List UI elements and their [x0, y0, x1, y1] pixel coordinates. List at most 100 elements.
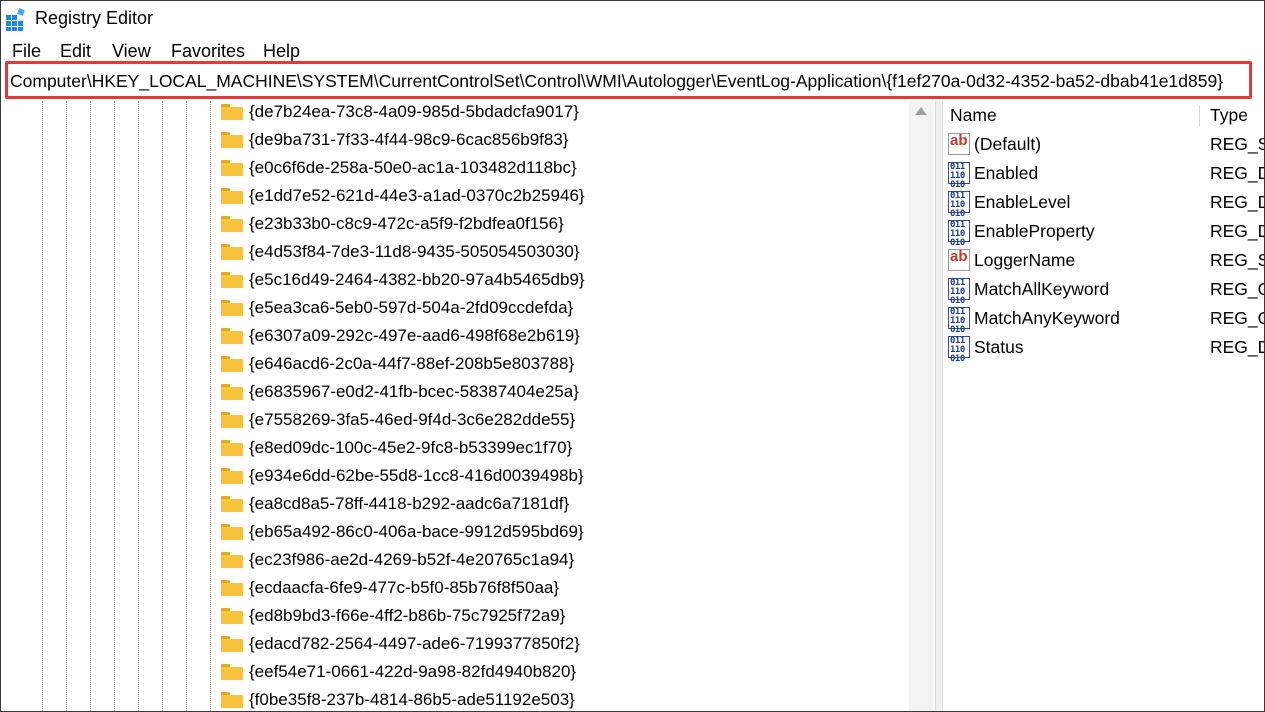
- column-separator[interactable]: [1199, 105, 1200, 127]
- tree-key-item[interactable]: {f0be35f8-237b-4814-86b5-ade51192e503}: [221, 686, 901, 711]
- tree-guide-line: [138, 101, 139, 711]
- tree-key-item[interactable]: {e23b33b0-c8c9-472c-a5f9-f2bdfea0f156}: [221, 210, 901, 238]
- folder-icon: [221, 244, 243, 260]
- tree-key-item[interactable]: {e646acd6-2c0a-44f7-88ef-208b5e803788}: [221, 350, 901, 378]
- tree-guide-line: [210, 101, 211, 711]
- tree-key-item[interactable]: {ec23f986-ae2d-4269-b52f-4e20765c1a94}: [221, 546, 901, 574]
- tree-key-item[interactable]: {ed8b9bd3-f66e-4ff2-b86b-75c7925f72a9}: [221, 602, 901, 630]
- column-header-type[interactable]: Type: [1210, 101, 1248, 129]
- menu-help[interactable]: Help: [263, 39, 300, 63]
- folder-icon: [221, 356, 243, 372]
- pane-splitter[interactable]: [935, 101, 943, 711]
- address-bar[interactable]: [5, 61, 1252, 99]
- folder-icon: [221, 636, 243, 652]
- value-row[interactable]: 011110010Enabled REG_DV: [943, 159, 1264, 190]
- folder-icon: [221, 300, 243, 316]
- binary-value-icon: 011 110 010: [948, 220, 970, 248]
- tree-key-label: {eef54e71-0661-422d-9a98-82fd4940b820}: [249, 662, 577, 681]
- tree-key-label: {de7b24ea-73c8-4a09-985d-5bdadcfa9017}: [249, 102, 579, 121]
- folder-icon: [221, 608, 243, 624]
- binary-value-icon: 011 110 010: [948, 336, 970, 364]
- tree-key-item[interactable]: {e6307a09-292c-497e-aad6-498f68e2b619}: [221, 322, 901, 350]
- value-type: REG_DV: [1210, 221, 1264, 241]
- tree-key-item[interactable]: {ecdaacfa-6fe9-477c-b5f0-85b76f8f50aa}: [221, 574, 901, 602]
- tree-key-item[interactable]: {e7558269-3fa5-46ed-9f4d-3c6e282dde55}: [221, 406, 901, 434]
- value-name: MatchAllKeyword: [974, 279, 1110, 299]
- tree-key-item[interactable]: {de9ba731-7f33-4f44-98c9-6cac856b9f83}: [221, 126, 901, 154]
- tree-key-label: {e6307a09-292c-497e-aad6-498f68e2b619}: [249, 326, 580, 345]
- tree-key-item[interactable]: {e934e6dd-62be-55d8-1cc8-416d0039498b}: [221, 462, 901, 490]
- tree-guide-line: [42, 101, 43, 711]
- folder-icon: [221, 104, 243, 120]
- value-type: REG_Q: [1210, 279, 1264, 299]
- folder-icon: [221, 384, 243, 400]
- tree-key-label: {ed8b9bd3-f66e-4ff2-b86b-75c7925f72a9}: [249, 606, 566, 625]
- value-name: LoggerName: [974, 250, 1076, 270]
- binary-value-icon: 011 110 010: [948, 278, 970, 306]
- tree-key-label: {e7558269-3fa5-46ed-9f4d-3c6e282dde55}: [249, 410, 576, 429]
- string-value-icon: ab: [948, 248, 970, 271]
- folder-icon: [221, 188, 243, 204]
- folder-icon: [221, 440, 243, 456]
- tree-key-label: {e0c6f6de-258a-50e0-ac1a-103482d118bc}: [249, 158, 577, 177]
- tree-key-item[interactable]: {ea8cd8a5-78ff-4418-b292-aadc6a7181df}: [221, 490, 901, 518]
- tree-key-item[interactable]: {eb65a492-86c0-406a-bace-9912d595bd69}: [221, 518, 901, 546]
- binary-value-icon: 011 110 010: [948, 307, 970, 335]
- column-header-name[interactable]: Name: [950, 101, 997, 129]
- value-type: REG_DV: [1210, 163, 1264, 183]
- value-row[interactable]: ab(Default) REG_SZ: [943, 130, 1264, 159]
- title-bar[interactable]: Registry Editor: [1, 1, 1264, 37]
- menu-view[interactable]: View: [112, 39, 151, 63]
- tree-key-item[interactable]: {e6835967-e0d2-41fb-bcec-58387404e25a}: [221, 378, 901, 406]
- folder-icon: [221, 160, 243, 176]
- value-name: MatchAnyKeyword: [974, 308, 1120, 328]
- tree-key-label: {e8ed09dc-100c-45e2-9fc8-b53399ec1f70}: [249, 438, 573, 457]
- folder-icon: [221, 412, 243, 428]
- tree-key-item[interactable]: {e1dd7e52-621d-44e3-a1ad-0370c2b25946}: [221, 182, 901, 210]
- tree-key-label: {e934e6dd-62be-55d8-1cc8-416d0039498b}: [249, 466, 584, 485]
- value-row[interactable]: 011110010MatchAllKeyword REG_Q: [943, 275, 1264, 306]
- tree-key-item[interactable]: {e8ed09dc-100c-45e2-9fc8-b53399ec1f70}: [221, 434, 901, 462]
- value-row[interactable]: 011110010Status REG_DV: [943, 333, 1264, 364]
- menu-edit[interactable]: Edit: [60, 39, 91, 63]
- folder-icon: [221, 132, 243, 148]
- binary-value-icon: 011 110 010: [948, 162, 970, 190]
- address-input[interactable]: [10, 68, 1248, 94]
- tree-key-item[interactable]: {de7b24ea-73c8-4a09-985d-5bdadcfa9017}: [221, 101, 901, 126]
- folder-icon: [221, 580, 243, 596]
- tree-guide-line: [114, 101, 115, 711]
- tree-guide-line: [66, 101, 67, 711]
- tree-key-item[interactable]: {e4d53f84-7de3-11d8-9435-505054503030}: [221, 238, 901, 266]
- tree-key-item[interactable]: {e5c16d49-2464-4382-bb20-97a4b5465db9}: [221, 266, 901, 294]
- tree-key-label: {ea8cd8a5-78ff-4418-b292-aadc6a7181df}: [249, 494, 570, 513]
- value-row[interactable]: 011110010EnableLevel REG_DV: [943, 188, 1264, 219]
- tree-guide-line: [162, 101, 163, 711]
- values-pane[interactable]: Name Type ab(Default)REG_SZ011110010Enab…: [943, 101, 1264, 711]
- value-type: REG_DV: [1210, 192, 1264, 212]
- value-name: EnableProperty: [974, 221, 1095, 241]
- menu-bar: File Edit View Favorites Help: [1, 39, 1264, 63]
- tree-key-item[interactable]: {eef54e71-0661-422d-9a98-82fd4940b820}: [221, 658, 901, 686]
- tree-key-label: {e4d53f84-7de3-11d8-9435-505054503030}: [249, 242, 580, 261]
- folder-icon: [221, 524, 243, 540]
- tree-guide-line: [186, 101, 187, 711]
- key-tree-pane[interactable]: {de7b24ea-73c8-4a09-985d-5bdadcfa9017} {d…: [1, 101, 933, 711]
- menu-file[interactable]: File: [12, 39, 41, 63]
- value-name: EnableLevel: [974, 192, 1071, 212]
- scroll-up-arrow-icon[interactable]: [915, 107, 927, 115]
- tree-key-label: {eb65a492-86c0-406a-bace-9912d595bd69}: [249, 522, 584, 541]
- window-title: Registry Editor: [35, 8, 154, 28]
- value-row[interactable]: 011110010MatchAnyKeyword REG_Q: [943, 304, 1264, 335]
- tree-key-item[interactable]: {e5ea3ca6-5eb0-597d-504a-2fd09ccdefda}: [221, 294, 901, 322]
- value-row[interactable]: abLoggerName REG_SZ: [943, 246, 1264, 275]
- tree-key-item[interactable]: {edacd782-2564-4497-ade6-7199377850f2}: [221, 630, 901, 658]
- menu-favorites[interactable]: Favorites: [171, 39, 245, 63]
- registry-editor-app-icon: [6, 8, 25, 31]
- value-row[interactable]: 011110010EnableProperty REG_DV: [943, 217, 1264, 248]
- tree-key-item[interactable]: {e0c6f6de-258a-50e0-ac1a-103482d118bc}: [221, 154, 901, 182]
- folder-icon: [221, 468, 243, 484]
- tree-key-label: {edacd782-2564-4497-ade6-7199377850f2}: [249, 634, 580, 653]
- tree-vertical-scrollbar[interactable]: [909, 101, 933, 711]
- tree-key-label: {f0be35f8-237b-4814-86b5-ade51192e503}: [249, 690, 575, 709]
- folder-icon: [221, 496, 243, 512]
